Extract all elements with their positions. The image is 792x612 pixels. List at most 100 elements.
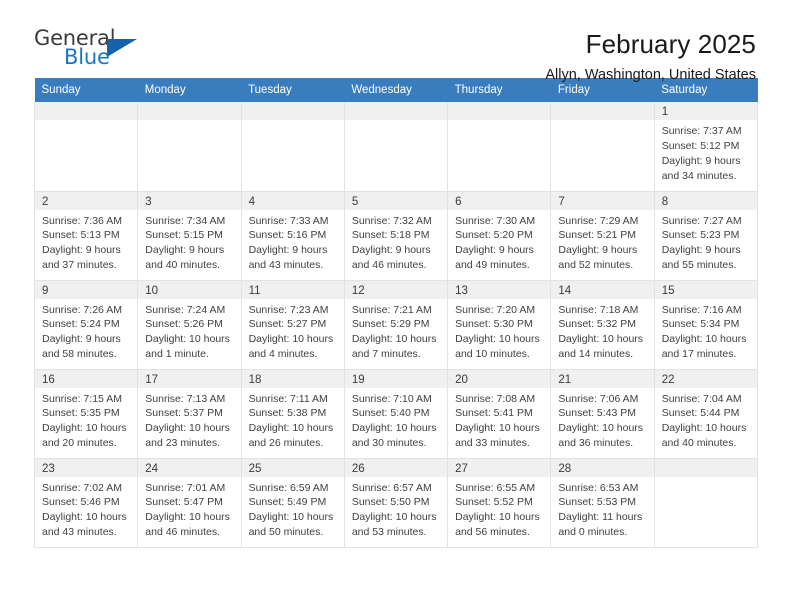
weekday-header-tuesday: Tuesday xyxy=(241,78,345,102)
calendar-cell-day-7[interactable]: 7 Sunrise: 7:29 AM Sunset: 5:21 PM Daylight… xyxy=(550,191,655,281)
calendar-cell-day-28[interactable]: 28 Sunrise: 6:53 AM Sunset: 5:53 PM Dayligh… xyxy=(550,458,655,548)
day-details: Sunrise: 7:26 AM Sunset: 5:24 PM Daylight:… xyxy=(35,299,137,363)
day-details: Sunrise: 7:20 AM Sunset: 5:30 PM Daylight:… xyxy=(448,299,550,363)
day-number: 24 xyxy=(138,458,241,477)
day-details: Sunrise: 7:15 AM Sunset: 5:35 PM Daylight:… xyxy=(35,388,137,452)
sunrise-text: Sunrise: 7:30 AM xyxy=(455,214,536,227)
sunset-text: Sunset: 5:29 PM xyxy=(351,318,430,331)
sunrise-text: Sunrise: 7:34 AM xyxy=(145,214,226,227)
sunrise-text: Sunrise: 7:26 AM xyxy=(42,303,122,316)
day-number: 7 xyxy=(551,191,654,210)
daylight-text: Daylight: 9 hours and 40 minutes. xyxy=(145,244,225,272)
calendar-cell-day-18[interactable]: 18 Sunrise: 7:11 AM Sunset: 5:38 PM Dayligh… xyxy=(240,369,345,459)
calendar-cell-day-10[interactable]: 10 Sunrise: 7:24 AM Sunset: 5:26 PM Dayligh… xyxy=(137,280,242,370)
calendar-cell-day-11[interactable]: 11 Sunrise: 7:23 AM Sunset: 5:27 PM Dayligh… xyxy=(240,280,345,370)
calendar-week-row: 23 Sunrise: 7:02 AM Sunset: 5:46 PM Dayligh… xyxy=(33,458,759,548)
calendar-cell-day-6[interactable]: 6 Sunrise: 7:30 AM Sunset: 5:20 PM Daylight… xyxy=(447,191,552,281)
daylight-text: Daylight: 10 hours and 43 minutes. xyxy=(42,511,127,539)
calendar-cell-day-1[interactable]: 1 Sunrise: 7:37 AM Sunset: 5:12 PM Daylight… xyxy=(653,102,759,192)
calendar-week-row: 2 Sunrise: 7:36 AM Sunset: 5:13 PM Daylight… xyxy=(33,191,759,281)
day-details: Sunrise: 7:34 AM Sunset: 5:15 PM Daylight:… xyxy=(138,210,240,274)
calendar-page: General Blue February 2025 Allyn, Washin… xyxy=(0,0,792,612)
calendar-cell-day-20[interactable]: 20 Sunrise: 7:08 AM Sunset: 5:41 PM Dayligh… xyxy=(447,369,552,459)
sunset-text: Sunset: 5:44 PM xyxy=(661,407,740,420)
sunset-text: Sunset: 5:32 PM xyxy=(558,318,637,331)
day-number: 11 xyxy=(241,280,344,299)
calendar-cell-day-2[interactable]: 2 Sunrise: 7:36 AM Sunset: 5:13 PM Daylight… xyxy=(33,191,139,281)
sunrise-text: Sunrise: 7:10 AM xyxy=(351,392,432,405)
day-details: Sunrise: 7:32 AM Sunset: 5:18 PM Daylight:… xyxy=(345,210,447,274)
day-details: Sunrise: 7:21 AM Sunset: 5:29 PM Daylight:… xyxy=(345,299,447,363)
calendar-cell-empty xyxy=(33,102,139,192)
calendar-cell-day-21[interactable]: 21 Sunrise: 7:06 AM Sunset: 5:43 PM Dayligh… xyxy=(550,369,655,459)
calendar-cell-day-17[interactable]: 17 Sunrise: 7:13 AM Sunset: 5:37 PM Dayligh… xyxy=(137,369,242,459)
page-header: General Blue February 2025 Allyn, Washin… xyxy=(0,0,792,83)
sunset-text: Sunset: 5:13 PM xyxy=(42,229,120,242)
calendar-cell-day-25[interactable]: 25 Sunrise: 6:59 AM Sunset: 5:49 PM Dayligh… xyxy=(240,458,345,548)
day-number: 3 xyxy=(138,191,241,210)
sunset-text: Sunset: 5:16 PM xyxy=(248,229,327,242)
sunrise-text: Sunrise: 7:15 AM xyxy=(42,392,122,405)
calendar-cell-day-12[interactable]: 12 Sunrise: 7:21 AM Sunset: 5:29 PM Dayligh… xyxy=(343,280,449,370)
sunset-text: Sunset: 5:27 PM xyxy=(248,318,327,331)
calendar-cell-day-15[interactable]: 15 Sunrise: 7:16 AM Sunset: 5:34 PM Dayligh… xyxy=(653,280,759,370)
sunrise-text: Sunrise: 7:23 AM xyxy=(248,303,329,316)
calendar-cell-empty xyxy=(343,102,449,192)
day-number: 13 xyxy=(448,280,551,299)
calendar-cell-day-8[interactable]: 8 Sunrise: 7:27 AM Sunset: 5:23 PM Daylight… xyxy=(653,191,759,281)
daylight-text: Daylight: 10 hours and 10 minutes. xyxy=(455,333,540,361)
calendar-cell-day-19[interactable]: 19 Sunrise: 7:10 AM Sunset: 5:40 PM Dayligh… xyxy=(343,369,449,459)
day-number: 9 xyxy=(35,280,138,299)
sunset-text: Sunset: 5:23 PM xyxy=(661,229,740,242)
day-number: 4 xyxy=(241,191,344,210)
weekday-header-wednesday: Wednesday xyxy=(344,78,448,102)
day-number: 25 xyxy=(241,458,344,477)
daylight-text: Daylight: 9 hours and 52 minutes. xyxy=(558,244,638,272)
calendar-cell-empty xyxy=(550,102,655,192)
calendar-cell-day-23[interactable]: 23 Sunrise: 7:02 AM Sunset: 5:46 PM Dayligh… xyxy=(33,458,139,548)
daylight-text: Daylight: 9 hours and 49 minutes. xyxy=(455,244,534,272)
day-number: 27 xyxy=(448,458,551,477)
calendar-cell-day-26[interactable]: 26 Sunrise: 6:57 AM Sunset: 5:50 PM Dayligh… xyxy=(343,458,449,548)
calendar-cell-day-14[interactable]: 14 Sunrise: 7:18 AM Sunset: 5:32 PM Dayligh… xyxy=(550,280,655,370)
sunrise-text: Sunrise: 7:16 AM xyxy=(661,303,742,316)
day-details: Sunrise: 7:33 AM Sunset: 5:16 PM Daylight:… xyxy=(242,210,344,274)
sunrise-text: Sunrise: 6:53 AM xyxy=(558,481,639,494)
calendar-cell-day-16[interactable]: 16 Sunrise: 7:15 AM Sunset: 5:35 PM Dayligh… xyxy=(33,369,139,459)
sunset-text: Sunset: 5:52 PM xyxy=(455,496,533,509)
calendar-cell-day-22[interactable]: 22 Sunrise: 7:04 AM Sunset: 5:44 PM Dayligh… xyxy=(653,369,759,459)
calendar-cell-day-13[interactable]: 13 Sunrise: 7:20 AM Sunset: 5:30 PM Dayligh… xyxy=(447,280,552,370)
calendar-week-row: 1 Sunrise: 7:37 AM Sunset: 5:12 PM Daylight… xyxy=(33,102,759,192)
day-number: 2 xyxy=(35,191,138,210)
calendar-wrapper: Sunday Monday Tuesday Wednesday Thursday Frid… xyxy=(0,78,792,548)
calendar-cell-day-9[interactable]: 9 Sunrise: 7:26 AM Sunset: 5:24 PM Daylight… xyxy=(33,280,139,370)
daylight-text: Daylight: 10 hours and 40 minutes. xyxy=(661,422,747,450)
sunrise-text: Sunrise: 7:13 AM xyxy=(145,392,226,405)
day-details: Sunrise: 7:06 AM Sunset: 5:43 PM Daylight:… xyxy=(551,388,653,452)
day-details: Sunrise: 7:13 AM Sunset: 5:37 PM Daylight:… xyxy=(138,388,240,452)
sunset-text: Sunset: 5:43 PM xyxy=(558,407,637,420)
sunset-text: Sunset: 5:35 PM xyxy=(42,407,120,420)
daylight-text: Daylight: 10 hours and 30 minutes. xyxy=(351,422,437,450)
calendar-cell-day-5[interactable]: 5 Sunrise: 7:32 AM Sunset: 5:18 PM Daylight… xyxy=(343,191,449,281)
day-number xyxy=(344,102,448,120)
calendar-cell-day-27[interactable]: 27 Sunrise: 6:55 AM Sunset: 5:52 PM Dayligh… xyxy=(447,458,552,548)
calendar-week-row: 16 Sunrise: 7:15 AM Sunset: 5:35 PM Dayligh… xyxy=(33,369,759,459)
day-details: Sunrise: 7:36 AM Sunset: 5:13 PM Daylight:… xyxy=(35,210,137,274)
day-details: Sunrise: 7:02 AM Sunset: 5:46 PM Daylight:… xyxy=(35,477,137,541)
day-number: 21 xyxy=(551,369,654,388)
daylight-text: Daylight: 9 hours and 34 minutes. xyxy=(661,154,741,182)
calendar-cell-day-4[interactable]: 4 Sunrise: 7:33 AM Sunset: 5:16 PM Daylight… xyxy=(240,191,345,281)
calendar-cell-day-24[interactable]: 24 Sunrise: 7:01 AM Sunset: 5:47 PM Dayligh… xyxy=(137,458,242,548)
day-number: 16 xyxy=(35,369,138,388)
calendar-cell-day-3[interactable]: 3 Sunrise: 7:34 AM Sunset: 5:15 PM Daylight… xyxy=(137,191,242,281)
sunset-text: Sunset: 5:20 PM xyxy=(455,229,533,242)
general-blue-logo[interactable]: General Blue xyxy=(34,28,149,74)
day-details: Sunrise: 7:10 AM Sunset: 5:40 PM Daylight:… xyxy=(345,388,447,452)
page-title: February 2025 xyxy=(585,29,756,59)
sunrise-text: Sunrise: 6:57 AM xyxy=(351,481,432,494)
daylight-text: Daylight: 10 hours and 26 minutes. xyxy=(248,422,334,450)
daylight-text: Daylight: 10 hours and 23 minutes. xyxy=(145,422,230,450)
daylight-text: Daylight: 10 hours and 56 minutes. xyxy=(455,511,540,539)
day-number: 15 xyxy=(654,280,757,299)
